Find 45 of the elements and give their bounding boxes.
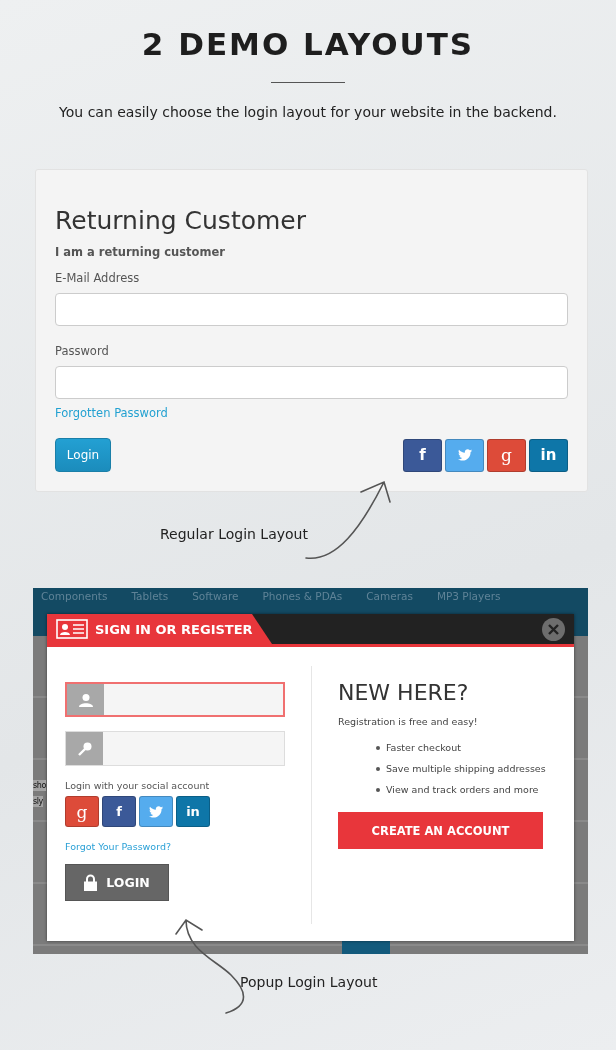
close-button[interactable] xyxy=(542,618,565,641)
id-card-icon xyxy=(56,619,88,639)
twitter-button[interactable] xyxy=(139,796,173,827)
card-subheading: I am a returning customer xyxy=(55,245,226,259)
card-heading: Returning Customer xyxy=(55,206,307,235)
social-login-label: Login with your social account xyxy=(65,780,211,791)
background-text: sho xyxy=(33,780,46,791)
layout-caption: Regular Login Layout xyxy=(160,526,308,542)
field-label: E-Mail Address xyxy=(55,271,141,285)
username-field[interactable] xyxy=(65,682,285,717)
google-button[interactable]: g xyxy=(65,796,99,827)
password-field[interactable] xyxy=(55,366,568,399)
benefit-item: View and track orders and more xyxy=(386,782,539,797)
popup-title: SIGN IN OR REGISTER xyxy=(95,621,253,637)
facebook-button[interactable]: f xyxy=(102,796,136,827)
bullet-icon xyxy=(376,787,380,792)
facebook-button[interactable]: f xyxy=(403,438,442,472)
email-field[interactable] xyxy=(55,293,568,326)
create-account-button[interactable]: CREATE AN ACCOUNT xyxy=(338,812,543,849)
page-subtitle: You can easily choose the login layout for your website in the backend. xyxy=(58,104,558,120)
benefit-item: Faster checkout xyxy=(386,740,461,755)
linkedin-button[interactable]: in xyxy=(529,438,568,472)
linkedin-button[interactable]: in xyxy=(176,796,210,827)
page-title: 2 DEMO LAYOUTS xyxy=(140,26,476,62)
forgot-password-link[interactable]: Forgot Your Password? xyxy=(65,841,171,852)
close-icon xyxy=(548,624,559,635)
bullet-icon xyxy=(376,766,380,771)
login-button[interactable]: Login xyxy=(55,438,111,472)
field-label: Password xyxy=(55,344,110,358)
twitter-button[interactable] xyxy=(445,438,484,472)
layout-caption: Popup Login Layout xyxy=(240,974,378,990)
benefit-item: Save multiple shipping addresses xyxy=(386,761,546,776)
forgotten-password-link[interactable]: Forgotten Password xyxy=(55,406,168,420)
background-text: sly xyxy=(33,796,43,807)
google-button[interactable]: g xyxy=(487,438,526,472)
login-button[interactable]: LOGIN xyxy=(65,864,169,901)
bird-icon xyxy=(457,449,472,461)
password-field[interactable] xyxy=(65,731,285,766)
lock-icon xyxy=(84,874,98,891)
key-icon xyxy=(77,741,92,756)
bullet-icon xyxy=(376,745,380,750)
user-icon xyxy=(78,692,93,707)
register-text: Registration is free and easy! xyxy=(338,716,479,727)
register-heading: NEW HERE? xyxy=(338,680,470,705)
bird-icon xyxy=(149,805,163,818)
